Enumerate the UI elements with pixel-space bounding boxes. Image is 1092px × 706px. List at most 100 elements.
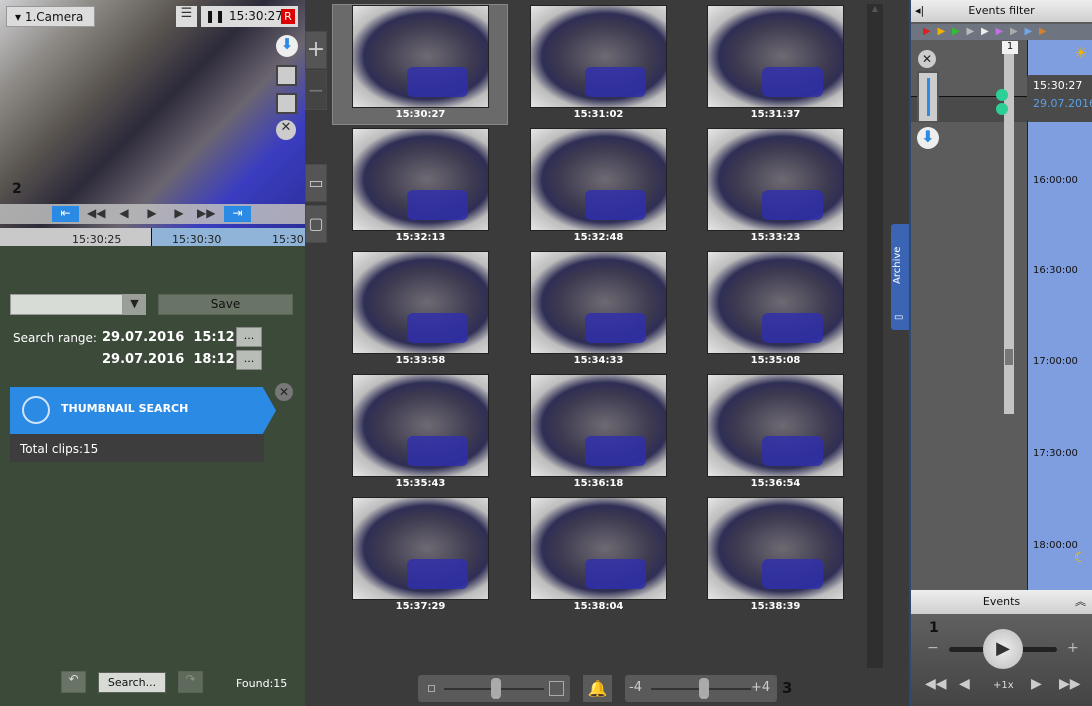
thumbnail-time: 15:33:23 (750, 232, 801, 243)
thumbnail[interactable] (352, 128, 489, 231)
thumbnail-time: 15:32:48 (573, 232, 624, 243)
thumbnail[interactable] (530, 497, 667, 600)
download-icon[interactable]: ⬇ (276, 35, 298, 57)
from-datetime[interactable]: 29.07.2016 15:12 (102, 330, 235, 345)
filter-icon[interactable]: ▶ (981, 26, 989, 37)
filter-icons: ▶ ▶ ▶ ▶ ▶ ▶ ▶ ▶ ▶ (911, 24, 1092, 40)
fast-back-icon[interactable]: ◀◀ (87, 206, 105, 222)
thumbnail-time: 15:38:04 (573, 601, 624, 612)
close-icon[interactable]: ✕ (276, 120, 296, 140)
slider-handle[interactable] (699, 678, 709, 699)
fast-back-icon[interactable]: ◀◀ (925, 676, 947, 692)
thumbnail[interactable] (530, 374, 667, 477)
save-button[interactable]: Save (158, 294, 293, 315)
thumbnail[interactable] (530, 5, 667, 108)
monitor-icon[interactable]: ▢ (305, 205, 327, 243)
event-marker[interactable] (996, 89, 1008, 101)
undo-icon[interactable]: ↶ (61, 671, 86, 693)
speed-minus[interactable]: − (927, 640, 939, 656)
step-back-icon[interactable]: ◀ (959, 676, 970, 692)
events-header[interactable]: Events ︽ (911, 590, 1092, 614)
fast-forward-icon[interactable]: ▶▶ (197, 206, 215, 222)
day-timeline[interactable] (1027, 40, 1092, 590)
scrollbar[interactable]: ▲ (867, 4, 883, 668)
speed-plus[interactable]: + (1067, 640, 1079, 656)
event-marker[interactable] (996, 103, 1008, 115)
step-forward-icon[interactable]: ▶ (170, 206, 188, 222)
tape-icon[interactable]: ▭ (305, 164, 327, 202)
scale-slider[interactable]: -4 +4 (625, 675, 777, 702)
search-button[interactable]: Search... (98, 672, 166, 693)
thumbnail[interactable] (707, 374, 844, 477)
step-forward-icon[interactable]: ▶ (1031, 676, 1042, 692)
thumbnail-time: 15:36:18 (573, 478, 624, 489)
step-back-icon[interactable]: ◀ (115, 206, 133, 222)
alarm-fit-icon[interactable]: 🔔 (583, 675, 612, 702)
scale-number: 1 (1002, 41, 1018, 54)
record-badge[interactable]: R (281, 9, 295, 24)
thumbnail[interactable] (707, 5, 844, 108)
camera-select[interactable]: ▾ 1.Camera (6, 6, 95, 27)
events-filter-header: ◂| Events filter (911, 0, 1092, 22)
thumbnail[interactable] (707, 497, 844, 600)
timeline[interactable]: 15:30:25 15:30:30 15:30 (0, 228, 305, 246)
camera-video[interactable] (0, 0, 305, 228)
chevron-down-icon[interactable]: ▼ (123, 294, 146, 315)
region-select-icon[interactable] (276, 65, 297, 86)
slider-handle[interactable] (491, 678, 501, 699)
mark-in-icon[interactable]: ⇤ (52, 206, 79, 222)
expand-up-icon[interactable]: ︽ (1075, 590, 1086, 614)
mark-out-icon[interactable]: ⇥ (224, 206, 251, 222)
zoom-in-button[interactable]: + (305, 31, 327, 69)
filter-icon[interactable]: ▶ (967, 26, 975, 37)
thumbnail[interactable] (352, 497, 489, 600)
redo-icon[interactable]: ↷ (178, 671, 203, 693)
time-tick: 18:00:00 (1033, 540, 1078, 551)
thumbnail-time: 15:32:13 (395, 232, 446, 243)
play-icon[interactable]: ▶ (143, 206, 161, 222)
thumbnail[interactable] (707, 251, 844, 354)
thumbnail-time: 15:31:02 (573, 109, 624, 120)
range-select-icon[interactable] (917, 71, 939, 123)
thumbnail[interactable] (530, 128, 667, 231)
filter-icon[interactable]: ▶ (996, 26, 1004, 37)
clock-icon (22, 396, 50, 424)
filter-icon[interactable]: ▶ (1039, 26, 1047, 37)
overlay-number: 3 (782, 679, 793, 697)
thumbnail-time: 15:31:37 (750, 109, 801, 120)
close-icon[interactable]: ✕ (275, 383, 293, 401)
thumbnail[interactable] (707, 128, 844, 231)
preset-select[interactable] (10, 294, 123, 315)
thumbnail-size-slider[interactable] (418, 675, 570, 702)
filter-icon[interactable]: ▶ (1025, 26, 1033, 37)
filter-icon[interactable]: ▶ (923, 26, 931, 37)
time-tick: 16:00:00 (1033, 175, 1078, 186)
thumbnail-time: 15:35:08 (750, 355, 801, 366)
overlay-number: 2 (12, 181, 22, 197)
filter-icon[interactable]: ▶ (1010, 26, 1018, 37)
play-button[interactable]: ▶ (983, 629, 1023, 669)
download-icon[interactable]: ⬇ (917, 127, 939, 149)
from-picker-button[interactable]: ... (236, 327, 262, 347)
thumbnail-time: 15:37:29 (395, 601, 446, 612)
scroll-thumb[interactable] (1005, 349, 1013, 365)
to-picker-button[interactable]: ... (236, 350, 262, 370)
thumbnail[interactable] (530, 251, 667, 354)
to-datetime[interactable]: 29.07.2016 18:12 (102, 352, 235, 367)
sun-icon: ☀ (1074, 44, 1088, 62)
fast-forward-icon[interactable]: ▶▶ (1059, 676, 1081, 692)
scroll-up-icon[interactable]: ▲ (867, 4, 883, 13)
thumbnail[interactable] (352, 5, 489, 108)
zoom-out-button[interactable]: − (305, 70, 327, 110)
filter-icon[interactable]: ▶ (952, 26, 960, 37)
filter-icon[interactable]: ▶ (938, 26, 946, 37)
thumbnail[interactable] (352, 251, 489, 354)
thumbnail[interactable] (352, 374, 489, 477)
frame-icon[interactable] (276, 93, 297, 114)
close-icon[interactable]: ✕ (918, 50, 936, 68)
pause-icon[interactable]: ❚❚ (205, 9, 225, 23)
archive-tab[interactable]: Archive ▭ (891, 224, 909, 330)
notes-icon[interactable]: ☰ (176, 6, 197, 27)
timeline-cursor[interactable] (151, 228, 152, 246)
collapse-icon[interactable]: ◂| (915, 0, 924, 22)
